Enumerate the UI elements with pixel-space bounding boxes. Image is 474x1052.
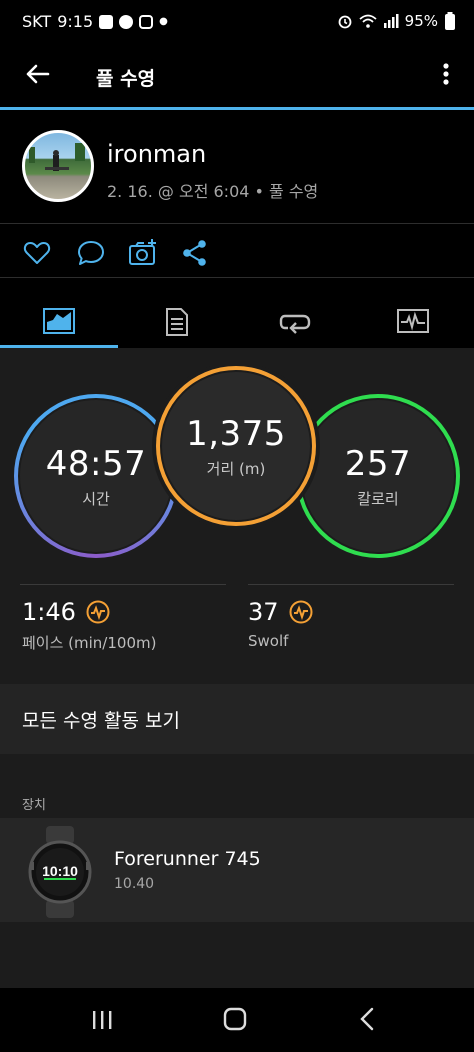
talk-icon (119, 14, 134, 29)
device-section-label: 장치 (22, 798, 46, 813)
device-version: 10.40 (114, 876, 155, 892)
watch-face-time: 10:10 (42, 863, 78, 879)
add-photo-camera-icon[interactable] (128, 238, 158, 268)
time-value: 48:57 (45, 443, 147, 484)
distance-stat-ring[interactable]: 1,375 거리 (m) (156, 366, 316, 526)
distance-label: 거리 (m) (206, 459, 266, 478)
signal-icon (383, 14, 399, 28)
activity-meta: 2. 16. @ 오전 6:04 • 풀 수영 (107, 182, 319, 201)
time-stat-ring[interactable]: 48:57 시간 (14, 394, 178, 558)
tab-details[interactable] (118, 296, 236, 348)
view-all-label: 모든 수영 활동 보기 (22, 710, 180, 732)
watch-icon: 10:10 (28, 826, 92, 918)
system-nav-bar (0, 988, 474, 1052)
swolf-value: 37 (248, 598, 279, 626)
status-right: 95% (337, 12, 456, 30)
calories-stat-inner: 257 칼로리 (300, 398, 456, 554)
tab-laps[interactable] (236, 296, 354, 348)
battery-icon (445, 12, 455, 30)
notification-dot-icon: ● (159, 16, 168, 27)
alarm-icon (338, 15, 352, 29)
clock: 9:15 (57, 12, 94, 31)
tab-charts[interactable] (354, 296, 472, 348)
swolf-chart-icon[interactable] (289, 600, 313, 624)
status-bar: SKT 9:15 ● 95% (0, 0, 474, 44)
back-nav-icon[interactable] (356, 1006, 380, 1032)
calories-stat-ring[interactable]: 257 칼로리 (296, 394, 460, 558)
divider (0, 223, 474, 224)
pace-chart-icon[interactable] (86, 600, 110, 624)
distance-stat-outline: 1,375 거리 (m) (152, 362, 320, 530)
swolf-label: Swolf (248, 632, 289, 650)
document-icon (166, 308, 188, 336)
pace-value: 1:46 (22, 598, 76, 626)
heart-monitor-icon (397, 309, 429, 333)
back-arrow-icon[interactable] (22, 58, 54, 90)
carrier-label: SKT (22, 12, 52, 31)
distance-value: 1,375 (186, 413, 286, 454)
like-heart-icon[interactable] (22, 238, 52, 268)
toolbar-accent-line (0, 107, 474, 110)
loop-icon (279, 314, 311, 334)
pace-label: 페이스 (min/100m) (22, 634, 157, 652)
pace-stat: 1:46 페이스 (min/100m) (22, 598, 232, 678)
wifi-icon (359, 14, 377, 28)
calories-value: 257 (344, 443, 412, 484)
chart-icon (43, 308, 75, 334)
status-left: SKT 9:15 ● (22, 12, 168, 31)
home-icon[interactable] (222, 1006, 248, 1032)
view-all-swim-activities-button[interactable]: 모든 수영 활동 보기 (0, 684, 474, 754)
tab-summary[interactable] (0, 296, 118, 348)
instagram-icon (139, 14, 154, 29)
battery-label: 95% (404, 12, 438, 30)
comment-icon[interactable] (76, 238, 106, 268)
calories-label: 칼로리 (357, 489, 399, 508)
username[interactable]: ironman (107, 140, 206, 168)
avatar[interactable] (22, 130, 94, 202)
time-stat-inner: 48:57 시간 (18, 398, 174, 554)
device-name: Forerunner 745 (114, 848, 261, 870)
more-options-icon[interactable] (436, 58, 456, 90)
time-label: 시간 (82, 489, 110, 508)
swolf-stat: 37 Swolf (248, 598, 458, 678)
avatar-photo (29, 143, 85, 171)
distance-stat-inner: 1,375 거리 (m) (160, 370, 312, 522)
share-icon[interactable] (180, 238, 210, 268)
divider (248, 584, 454, 585)
page-title: 풀 수영 (96, 68, 156, 90)
divider (20, 584, 226, 585)
divider (0, 277, 474, 278)
youtube-icon (99, 14, 114, 29)
recent-apps-icon[interactable] (90, 1008, 114, 1032)
app-toolbar: 풀 수영 (0, 44, 474, 108)
